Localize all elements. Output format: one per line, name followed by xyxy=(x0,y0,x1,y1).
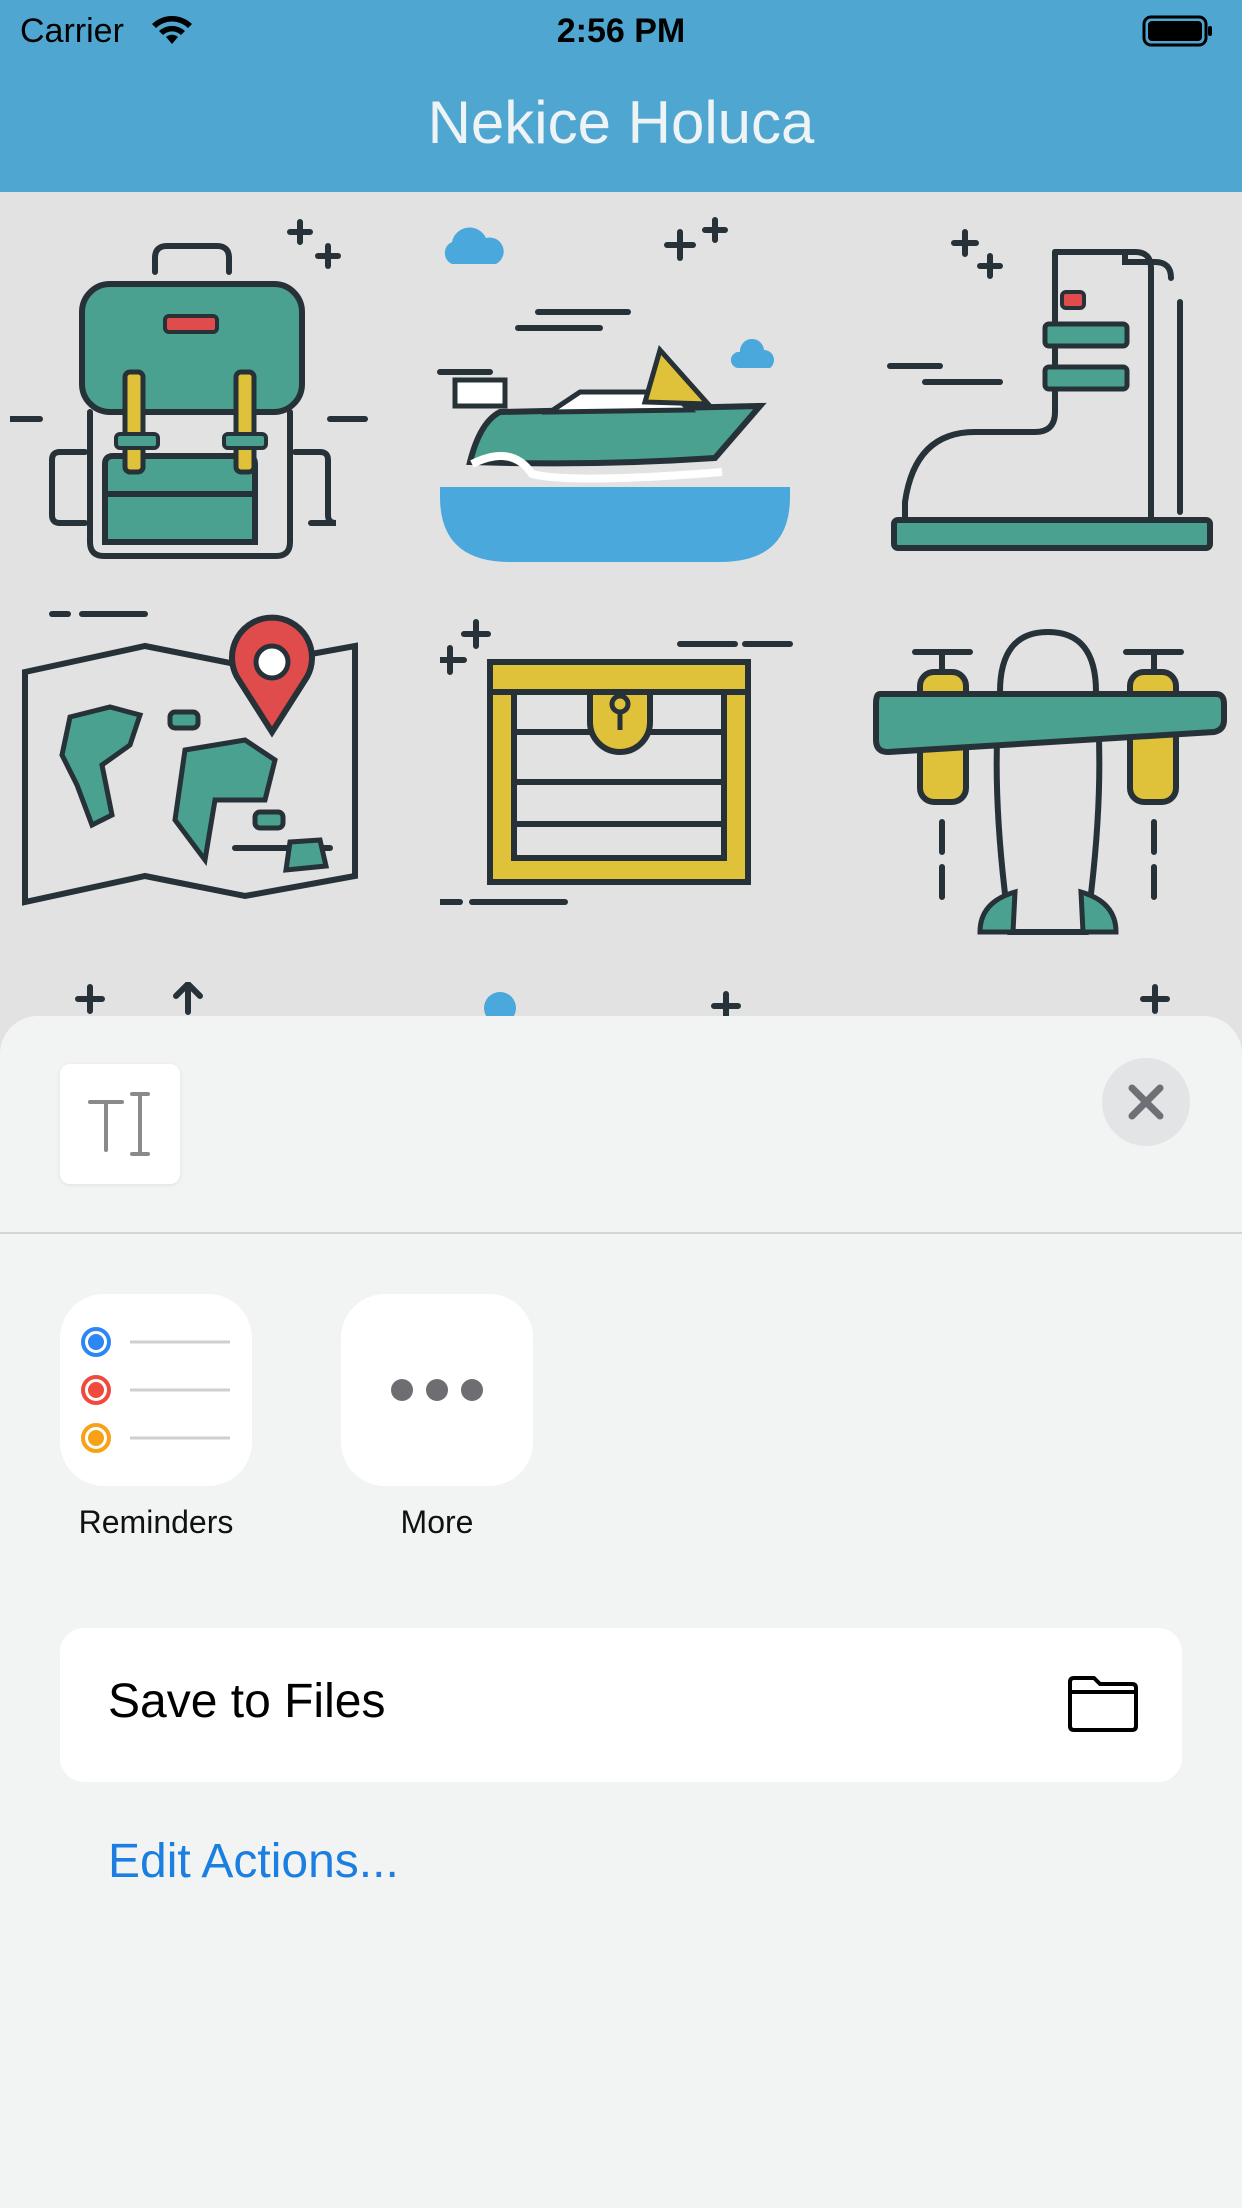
text-document-icon xyxy=(88,1092,150,1156)
page-title: Nekice Holuca xyxy=(427,89,815,156)
app-tile-more[interactable]: More xyxy=(341,1294,533,1541)
speedboat-icon xyxy=(437,217,790,562)
app-header: Carrier 2:56 PM Nekice Holuca xyxy=(0,0,1242,192)
illustration-grid xyxy=(0,192,1242,1052)
preview-thumbnail xyxy=(60,1064,180,1184)
backpack-icon xyxy=(10,219,368,559)
reminders-app-icon xyxy=(60,1294,252,1486)
edit-actions-link[interactable]: Edit Actions... xyxy=(108,1834,399,1889)
app-tile-reminders[interactable]: Reminders xyxy=(60,1294,252,1541)
status-bar: Carrier 2:56 PM xyxy=(0,0,1242,62)
boot-icon xyxy=(887,229,1213,551)
status-time: 2:56 PM xyxy=(556,12,686,50)
airplane-icon xyxy=(873,628,1227,935)
save-to-files-button[interactable]: Save to Files xyxy=(60,1628,1182,1782)
map-pin-icon xyxy=(22,611,358,906)
app-tile-label: Reminders xyxy=(78,1504,234,1540)
app-tile-label: More xyxy=(400,1504,474,1540)
action-label: Save to Files xyxy=(108,1675,386,1728)
more-icon xyxy=(391,1379,483,1401)
share-sheet: Reminders More Save to Files Edit Action… xyxy=(0,1016,1242,2208)
share-sheet-header xyxy=(0,1016,1242,1232)
reminders-icon xyxy=(81,1327,230,1453)
folder-icon xyxy=(1068,1676,1138,1732)
treasure-chest-icon xyxy=(440,619,793,905)
close-icon xyxy=(1128,1084,1164,1120)
close-button[interactable] xyxy=(1102,1058,1190,1146)
screen: Carrier 2:56 PM Nekice Holuca Reminders … xyxy=(0,0,1242,2208)
more-app-icon xyxy=(341,1294,533,1486)
battery-icon xyxy=(1142,15,1212,47)
divider xyxy=(0,1232,1242,1234)
